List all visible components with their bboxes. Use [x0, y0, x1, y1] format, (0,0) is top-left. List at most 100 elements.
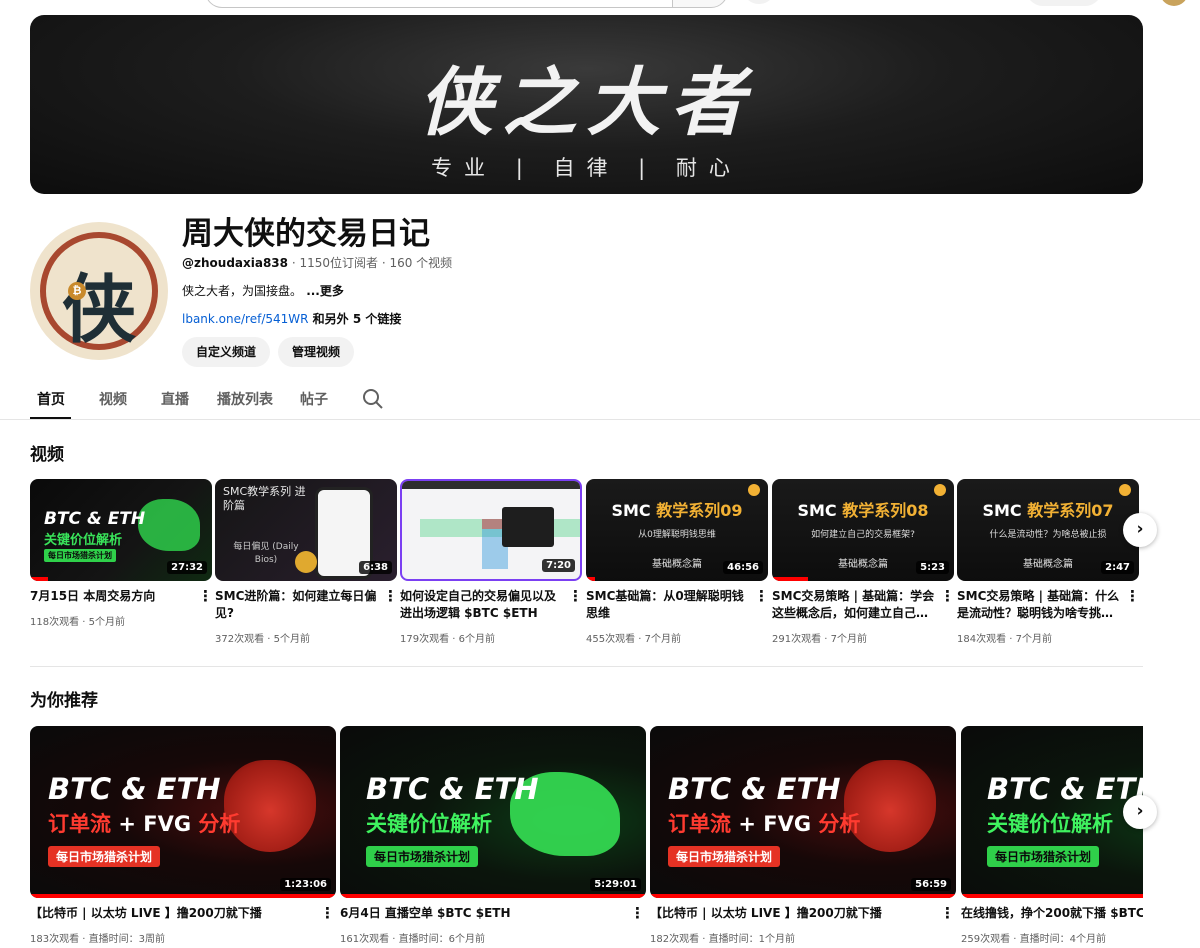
watch-progress-bar — [961, 894, 1143, 898]
subheading-part: 分析 — [198, 812, 241, 836]
more-actions-icon[interactable]: ⋮ — [754, 589, 769, 604]
channel-description[interactable]: 侠之大者，为国接盘。 ...更多 — [182, 282, 344, 299]
video-card[interactable]: SMC 教学系列08 如何建立自己的交易框架? 基础概念篇 5:23 SMC交易… — [772, 479, 955, 649]
channel-links[interactable]: lbank.one/ref/541WR 和另外 5 个链接 — [182, 310, 401, 327]
video-thumbnail[interactable]: BTC & ETH 订单流 + FVG 分析 每日市场猎杀计划 56:59 — [650, 726, 956, 898]
tab-posts[interactable]: 帖子 — [300, 389, 328, 409]
channel-banner: 侠之大者 专业 | 自律 | 耐心 — [30, 15, 1143, 194]
video-card[interactable]: SMC教学系列 进阶篇 每日偏见 (Daily Bios) 6:38 SMC进阶… — [215, 479, 398, 649]
bitcoin-icon — [934, 484, 946, 496]
video-thumbnail[interactable]: BTC & ETH 订单流 + FVG 分析 每日市场猎杀计划 1:23:06 — [30, 726, 336, 898]
video-meta: 179次观看 · 6个月前 — [400, 634, 495, 645]
watch-progress-bar — [586, 577, 596, 581]
account-avatar[interactable] — [1160, 0, 1188, 6]
search-input[interactable] — [205, 0, 673, 8]
video-duration: 5:23 — [916, 561, 949, 574]
thumbnail-heading-smc: SMC — [797, 501, 843, 520]
chart-panel — [502, 507, 554, 547]
thumbnail-heading: BTC & ETH — [48, 772, 221, 806]
video-card[interactable]: BTC & ETH 订单流 + FVG 分析 每日市场猎杀计划 1:23:06 … — [30, 726, 336, 948]
bitcoin-icon: ₿ — [68, 282, 86, 300]
video-meta: 118次观看 · 5个月前 — [30, 617, 125, 628]
video-duration: 1:23:06 — [280, 878, 331, 891]
more-actions-icon[interactable]: ⋮ — [940, 906, 955, 921]
thumbnail-badge: 每日市场猎杀计划 — [366, 846, 479, 867]
boar-icon — [224, 760, 316, 852]
thumbnail-heading: BTC & ETH — [987, 772, 1143, 806]
thumbnail-subheading: 如何建立自己的交易框架? — [811, 530, 915, 540]
thumbnail-subheading: 从0理解聪明钱思维 — [638, 530, 716, 540]
thumbnail-subheading: 每日偏见 (Daily Bios) — [233, 542, 299, 565]
carousel-next-button[interactable]: › — [1123, 513, 1157, 547]
video-thumbnail[interactable]: SMC 教学系列07 什么是流动性？为啥总被止损 基础概念篇 2:47 — [957, 479, 1139, 581]
video-title[interactable]: 【比特币 | 以太坊 LIVE 】撸200刀就下播 — [30, 905, 315, 922]
channel-avatar[interactable]: 侠 ₿ — [30, 222, 168, 360]
video-card[interactable]: BTC & ETH 关键价位解析 每日市场猎杀计划 27:32 7月15日 本周… — [30, 479, 213, 649]
voice-search-button[interactable] — [742, 0, 776, 4]
subheading-part: + FVG — [738, 812, 819, 836]
carousel-next-button[interactable]: › — [1123, 795, 1157, 829]
description-text: 侠之大者，为国接盘。 — [182, 284, 303, 298]
video-thumbnail[interactable]: BTC & ETH 关键价位解析 每日市场猎杀计划 — [961, 726, 1143, 898]
video-title[interactable]: SMC交易策略 | 基础篇：学会这些概念后，如何建立自己… — [772, 588, 936, 622]
tab-playlists[interactable]: 播放列表 — [217, 389, 273, 409]
video-title[interactable]: 6月4日 直播空单 $BTC $ETH — [340, 905, 625, 922]
thumbnail-subheading: 订单流 + FVG 分析 — [48, 808, 240, 838]
video-duration: 2:47 — [1101, 561, 1134, 574]
watch-progress-bar — [30, 577, 49, 581]
more-actions-icon[interactable]: ⋮ — [630, 906, 645, 921]
more-actions-icon[interactable]: ⋮ — [198, 589, 213, 604]
subheading-part: 订单流 — [668, 812, 739, 836]
customize-channel-button[interactable]: 自定义频道 — [182, 337, 270, 367]
section-divider — [30, 666, 1143, 667]
create-button[interactable] — [1026, 0, 1102, 6]
video-thumbnail[interactable]: SMC 教学系列09 从0理解聪明钱思维 基础概念篇 46:56 — [586, 479, 768, 581]
video-card[interactable]: BTC & ETH 关键价位解析 每日市场猎杀计划 在线撸钱，挣个200就下播 … — [961, 726, 1143, 948]
search-button[interactable] — [672, 0, 728, 8]
video-card[interactable]: SMC 教学系列07 什么是流动性？为啥总被止损 基础概念篇 2:47 SMC交… — [957, 479, 1140, 649]
active-tab-indicator — [30, 417, 71, 419]
tab-home[interactable]: 首页 — [37, 389, 65, 409]
more-actions-icon[interactable]: ⋮ — [1125, 589, 1140, 604]
thumbnail-heading: SMC 教学系列09 — [586, 497, 768, 521]
video-title[interactable]: SMC进阶篇：如何建立每日偏见? — [215, 588, 379, 622]
video-title[interactable]: SMC基础篇：从0理解聪明钱思维 — [586, 588, 750, 622]
channel-link-extra[interactable]: 和另外 5 个链接 — [308, 312, 402, 326]
video-duration: 6:38 — [359, 561, 392, 574]
video-title[interactable]: 7月15日 本周交易方向 — [30, 588, 190, 605]
search-icon[interactable] — [362, 388, 384, 410]
tab-live[interactable]: 直播 — [161, 389, 189, 409]
video-card[interactable]: 7:20 如何设定自己的交易偏见以及进出场逻辑 $BTC $ETH 179次观看… — [400, 479, 583, 649]
video-thumbnail[interactable]: BTC & ETH 关键价位解析 每日市场猎杀计划 5:29:01 — [340, 726, 646, 898]
video-card[interactable]: SMC 教学系列09 从0理解聪明钱思维 基础概念篇 46:56 SMC基础篇：… — [586, 479, 769, 649]
video-meta: 184次观看 · 7个月前 — [957, 634, 1052, 645]
subheading-part: + FVG — [118, 812, 199, 836]
video-title[interactable]: 如何设定自己的交易偏见以及进出场逻辑 $BTC $ETH — [400, 588, 564, 622]
video-thumbnail[interactable]: 7:20 — [400, 479, 582, 581]
video-thumbnail[interactable]: BTC & ETH 关键价位解析 每日市场猎杀计划 27:32 — [30, 479, 212, 581]
thumbnail-heading-smc: SMC — [982, 501, 1028, 520]
video-title[interactable]: SMC交易策略 | 基础篇：什么是流动性？聪明钱为啥专挑… — [957, 588, 1121, 622]
more-actions-icon[interactable]: ⋮ — [568, 589, 583, 604]
video-duration: 56:59 — [911, 878, 951, 891]
thumbnail-subheading: 什么是流动性？为啥总被止损 — [989, 530, 1107, 540]
channel-link-url[interactable]: lbank.one/ref/541WR — [182, 312, 308, 326]
more-actions-icon[interactable]: ⋮ — [940, 589, 955, 604]
boar-icon — [844, 760, 936, 852]
more-actions-icon[interactable]: ⋮ — [383, 589, 398, 604]
banner-title: 侠之大者 — [418, 60, 755, 146]
thumbnail-subheading: 关键价位解析 — [44, 533, 123, 548]
manage-videos-button[interactable]: 管理视频 — [278, 337, 354, 367]
more-actions-icon[interactable]: ⋮ — [320, 906, 335, 921]
video-meta: 455次观看 · 7个月前 — [586, 634, 681, 645]
tab-videos[interactable]: 视频 — [99, 389, 127, 409]
video-title[interactable]: 在线撸钱，挣个200就下播 $BTC $ — [961, 905, 1143, 922]
bull-icon — [138, 499, 200, 551]
video-card[interactable]: BTC & ETH 订单流 + FVG 分析 每日市场猎杀计划 56:59 【比… — [650, 726, 956, 948]
video-thumbnail[interactable]: SMC教学系列 进阶篇 每日偏见 (Daily Bios) 6:38 — [215, 479, 397, 581]
video-card[interactable]: BTC & ETH 关键价位解析 每日市场猎杀计划 5:29:01 6月4日 直… — [340, 726, 646, 948]
video-title[interactable]: 【比特币 | 以太坊 LIVE 】撸200刀就下播 — [650, 905, 935, 922]
video-thumbnail[interactable]: SMC 教学系列08 如何建立自己的交易框架? 基础概念篇 5:23 — [772, 479, 954, 581]
description-more-link[interactable]: ...更多 — [302, 284, 344, 298]
thumbnail-subheading: 关键价位解析 — [366, 812, 492, 836]
